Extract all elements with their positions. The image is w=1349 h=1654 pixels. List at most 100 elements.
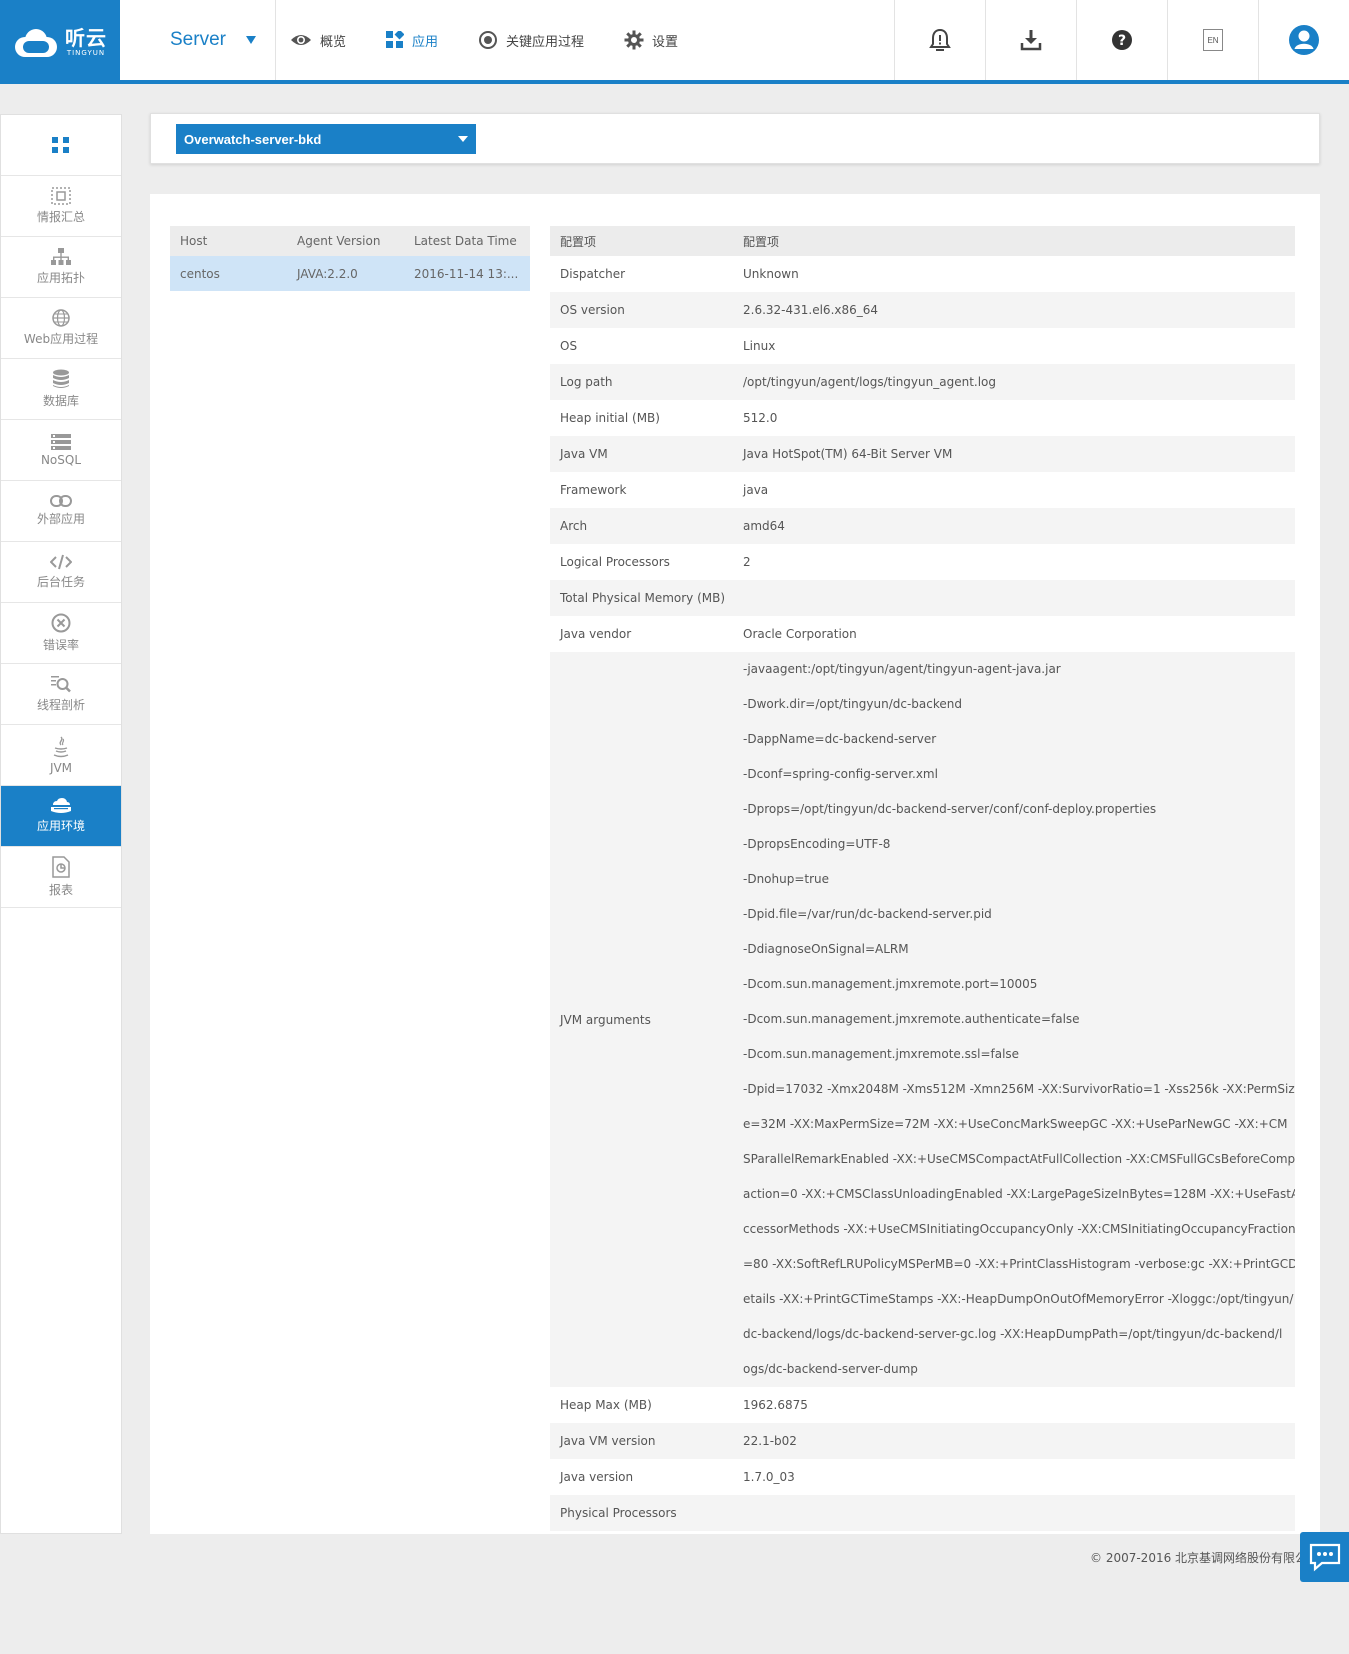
target-icon: [479, 31, 498, 49]
environment-icon: [51, 798, 71, 813]
download-button[interactable]: [985, 0, 1076, 80]
header-actions: ? EN: [894, 0, 1349, 80]
report-icon: [52, 856, 70, 878]
language-button[interactable]: EN: [1167, 0, 1258, 80]
sidebar-item-label: 后台任务: [36, 575, 85, 589]
alert-button[interactable]: [894, 0, 985, 80]
nav-settings[interactable]: 设置: [624, 30, 678, 50]
footer-copyright: © 2007-2016 北京基调网络股份有限公: [1090, 1551, 1308, 1565]
column-header-host[interactable]: Host: [170, 226, 287, 256]
bell-alert-icon: [929, 28, 951, 51]
column-header-config-value: 配置项: [733, 226, 1295, 256]
config-row: Java VM version 22.1-b02: [550, 1423, 1295, 1459]
sidebar-item-label: 数据库: [42, 394, 79, 408]
sidebar-item-reports[interactable]: 报表: [1, 847, 121, 908]
jvm-argument-line: -Dcom.sun.management.jmxremote.port=1000…: [743, 977, 1038, 991]
nav-settings-label: 设置: [652, 34, 679, 50]
help-icon: ?: [1112, 30, 1132, 50]
chat-support-button[interactable]: [1300, 1532, 1349, 1582]
sidebar-item-app-environment[interactable]: 应用环境: [1, 786, 121, 847]
jvm-argument-line: -Dprops=/opt/tingyun/dc-backend-server/c…: [743, 802, 1157, 816]
link-icon: [50, 495, 72, 507]
user-account-button[interactable]: [1258, 0, 1349, 80]
jvm-argument-line: -Dconf=spring-config-server.xml: [743, 767, 938, 781]
main-nav: 概览 应用 关键应用过程 设置: [290, 0, 718, 80]
config-row: Log path/opt/tingyun/agent/logs/tingyun_…: [550, 364, 1295, 400]
jvm-argument-line: -Dpid=17032 -Xmx2048M -Xms512M -Xmn256M …: [743, 1082, 1295, 1096]
config-table-header-row: 配置项 配置项: [550, 226, 1295, 256]
jvm-argument-line: etails -XX:+PrintGCTimeStamps -XX:-HeapD…: [743, 1292, 1294, 1306]
cloud-logo-icon: [13, 27, 59, 57]
user-avatar-icon: [1289, 25, 1319, 55]
host-cell: centos: [170, 256, 287, 291]
logo-en-text: TINGYUN: [66, 49, 106, 57]
config-value: amd64: [733, 508, 1295, 544]
host-row-selected[interactable]: centos JAVA:2.2.0 2016-11-14 13:...: [170, 256, 530, 291]
product-switcher[interactable]: Server: [120, 0, 276, 80]
sidebar-item-thread-profile[interactable]: 线程剖析: [1, 664, 121, 725]
apps-grid-icon: [386, 31, 405, 48]
jvm-argument-line: -javaagent:/opt/tingyun/agent/tingyun-ag…: [743, 662, 1061, 676]
column-header-agent-version[interactable]: Agent Version: [287, 226, 404, 256]
jvm-argument-line: SParallelRemarkEnabled -XX:+UseCMSCompac…: [743, 1152, 1295, 1166]
app-select-dropdown[interactable]: Overwatch-server-bkd: [176, 124, 476, 154]
config-value: [733, 1495, 1295, 1531]
sidebar-item-topology[interactable]: 应用拓扑: [1, 237, 121, 298]
config-key: Total Physical Memory (MB): [550, 580, 733, 616]
config-value: 1.7.0_03: [733, 1459, 1295, 1495]
left-sidebar: 情报汇总 应用拓扑 Web应用过程 数据库 NoSQL 外部应用 后台任务 错误…: [0, 114, 122, 1534]
jvm-argument-line: e=32M -XX:MaxPermSize=72M -XX:+UseConcMa…: [743, 1117, 1288, 1131]
sidebar-item-web-transactions[interactable]: Web应用过程: [1, 298, 121, 359]
config-key: Dispatcher: [550, 256, 733, 292]
jvm-argument-line: -DappName=dc-backend-server: [743, 732, 937, 746]
host-table: Host Agent Version Latest Data Time cent…: [170, 226, 530, 291]
config-row: OS version 2.6.32-431.el6.x86_64: [550, 292, 1295, 328]
config-key: Framework: [550, 472, 733, 508]
config-table: 配置项 配置项 Dispatcher Unknown OS version 2.6.…: [550, 226, 1295, 1531]
nav-apps[interactable]: 应用: [386, 31, 438, 50]
config-key: Java VM version: [550, 1423, 733, 1459]
sidebar-item-label: JVM: [49, 760, 73, 775]
config-row: Dispatcher Unknown: [550, 256, 1295, 292]
config-row: OS Linux: [550, 328, 1295, 364]
language-icon: EN: [1203, 29, 1223, 51]
config-value: 2: [733, 544, 1295, 580]
config-row: Heap initial (MB) 512.0: [550, 400, 1295, 436]
config-value: 1962.6875: [733, 1387, 1295, 1423]
nav-key-transactions[interactable]: 关键应用过程: [478, 30, 584, 50]
column-header-latest-data-time[interactable]: Latest Data Time: [404, 226, 530, 256]
sidebar-item-label: NoSQL: [40, 452, 82, 467]
config-value: Unknown: [733, 256, 1295, 292]
globe-icon: [52, 309, 70, 327]
jvm-argument-line: dc-backend/logs/dc-backend-server-gc.log…: [743, 1327, 1283, 1341]
jvm-argument-line: -Dpid.file=/var/run/dc-backend-server.pi…: [743, 907, 992, 921]
config-key: Java version: [550, 1459, 733, 1495]
sidebar-item-summary[interactable]: 情报汇总: [1, 176, 121, 237]
config-key: Log path: [550, 364, 733, 400]
jvm-argument-line: action=0 -XX:+CMSClassUnloadingEnabled -…: [743, 1187, 1295, 1201]
download-icon: [1020, 30, 1042, 51]
error-icon: [51, 613, 71, 633]
gear-icon: [624, 30, 644, 50]
config-key: Physical Processors: [550, 1495, 733, 1531]
jvm-argument-line: -Dcom.sun.management.jmxremote.authentic…: [743, 1012, 1080, 1026]
nav-apps-label: 应用: [412, 34, 439, 50]
sidebar-item-external[interactable]: 外部应用: [1, 481, 121, 542]
config-key: OS: [550, 328, 733, 364]
sidebar-item-error-rate[interactable]: 错误率: [1, 603, 121, 664]
sidebar-item-nosql[interactable]: NoSQL: [1, 420, 121, 481]
sidebar-item-database[interactable]: 数据库: [1, 359, 121, 420]
config-row: Java vendor Oracle Corporation: [550, 616, 1295, 652]
config-row: Heap Max (MB) 1962.6875: [550, 1387, 1295, 1423]
tingyun-logo[interactable]: 听云 TINGYUN: [0, 0, 120, 84]
topology-icon: [51, 248, 71, 265]
config-key: Heap initial (MB): [550, 400, 733, 436]
sidebar-menu-button[interactable]: [1, 115, 121, 176]
nav-overview[interactable]: 概览: [290, 31, 346, 50]
jvm-argument-line: -Dwork.dir=/opt/tingyun/dc-backend: [743, 697, 962, 711]
help-button[interactable]: ?: [1076, 0, 1167, 80]
sidebar-item-jvm[interactable]: JVM: [1, 725, 121, 786]
config-key: Java vendor: [550, 616, 733, 652]
config-key: JVM arguments: [550, 652, 733, 1387]
sidebar-item-background-tasks[interactable]: 后台任务: [1, 542, 121, 603]
